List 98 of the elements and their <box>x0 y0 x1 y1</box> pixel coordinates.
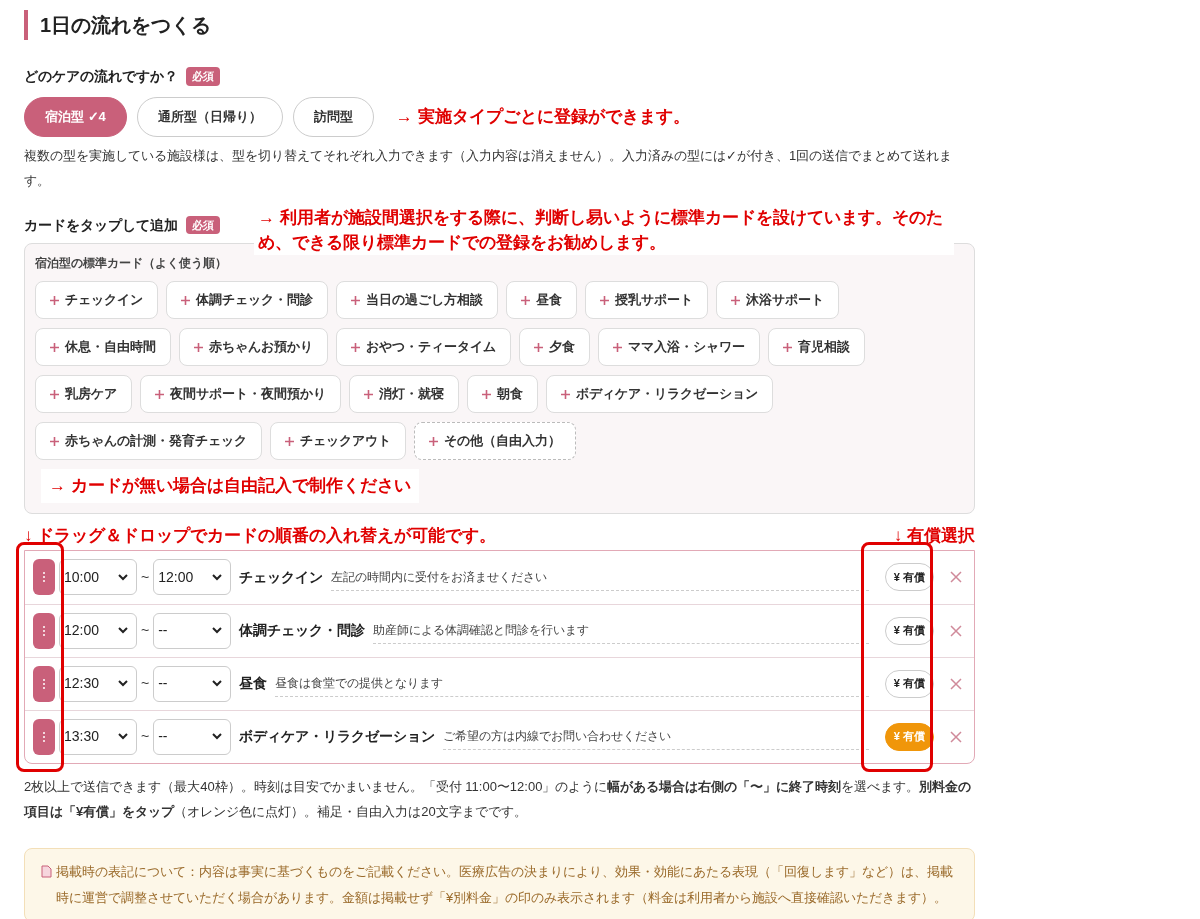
time-select[interactable]: -- <box>153 612 232 649</box>
plus-icon <box>351 342 360 352</box>
add-card-button[interactable]: 夕食 <box>519 328 590 366</box>
care-type-tab[interactable]: 宿泊型 ✓4 <box>24 97 127 137</box>
plus-icon <box>181 295 190 305</box>
time-select[interactable]: 12:00 <box>153 559 232 595</box>
chevron-icon <box>118 733 128 740</box>
notice-text: 掲載時の表記について：内容は事実に基づくものをご記載ください。医療広告の決まりにより、効果・効能にあたる表現（「回復します」など）は、掲載時に運営で調整させていただく場合があります。金額は掲載せず「¥別料金」の印のみ表示されます（料金は利用者から施設へ直接確認いただきます）。 <box>56 862 954 907</box>
add-card-button[interactable]: 朝食 <box>467 375 538 413</box>
add-card-button[interactable]: 授乳サポート <box>585 281 708 319</box>
item-title: 体調チェック・問診 <box>239 621 366 640</box>
note-field[interactable]: 左記の時間内に受付をお済ませください <box>331 563 869 591</box>
add-card-button[interactable]: 沐浴サポート <box>716 281 839 319</box>
drag-handle[interactable] <box>33 718 55 755</box>
section-heading: 1日の流れをつくる <box>40 13 212 38</box>
add-card-button[interactable]: 当日の過ごし方相談 <box>336 281 498 319</box>
time-select[interactable]: 10:00 <box>59 559 137 595</box>
chevron-icon <box>212 627 223 634</box>
add-card-button[interactable]: 乳房ケア <box>35 375 132 413</box>
chevron-icon <box>118 573 128 581</box>
add-card-button[interactable]: ママ入浴・シャワー <box>598 328 760 366</box>
add-card-button[interactable]: その他（自由入力） <box>414 422 576 460</box>
plus-icon <box>521 295 530 305</box>
plus-icon <box>364 389 373 399</box>
item-title: チェックイン <box>239 567 324 587</box>
question-label: どのケアの流れですか？ <box>24 67 178 86</box>
plus-icon <box>613 342 622 352</box>
add-card-button[interactable]: 夜間サポート・夜間預かり <box>140 375 341 413</box>
required-badge: 必須 <box>186 215 220 235</box>
time-select[interactable]: -- <box>153 718 232 755</box>
time-select[interactable]: 13:30 <box>59 718 137 755</box>
required-badge: 必須 <box>186 67 220 86</box>
drag-handle[interactable] <box>33 559 55 595</box>
chevron-icon <box>212 573 223 581</box>
time-select[interactable]: -- <box>153 665 232 702</box>
memo-icon <box>41 864 52 878</box>
question-label: カードをタップして追加 <box>24 215 178 235</box>
annotation-text: ↓ ドラッグ＆ドロップでカードの順番の入れ替えが可能です。 <box>24 524 497 547</box>
chevron-icon <box>212 680 223 687</box>
care-type-tab[interactable]: 通所型（日帰り） <box>136 97 283 137</box>
plus-icon <box>534 342 543 352</box>
drag-handle[interactable] <box>33 612 55 649</box>
care-type-tab[interactable]: 訪問型 <box>292 97 374 137</box>
plus-icon <box>783 342 792 352</box>
add-card-button[interactable]: チェックイン <box>35 281 158 319</box>
annotation-text: → カードが無い場合は自由記入で制作ください <box>41 469 419 503</box>
plus-icon <box>155 389 164 399</box>
item-title: 昼食 <box>239 674 268 693</box>
chevron-icon <box>118 680 128 687</box>
plus-icon <box>561 389 570 399</box>
plus-icon <box>285 436 294 446</box>
range-separator: ~ <box>141 674 150 693</box>
add-card-button[interactable]: 赤ちゃんの計測・発育チェック <box>35 422 262 460</box>
time-select[interactable]: 12:30 <box>59 665 137 702</box>
panel-title: 宿泊型の標準カード（よく使う順） <box>35 255 228 272</box>
add-card-button[interactable]: 休息・自由時間 <box>35 328 171 366</box>
plus-icon <box>50 295 59 305</box>
plus-icon <box>50 342 59 352</box>
plus-icon <box>50 436 59 446</box>
add-card-button[interactable]: 赤ちゃんお預かり <box>179 328 328 366</box>
plus-icon <box>50 389 59 399</box>
plus-icon <box>482 389 491 399</box>
add-card-button[interactable]: ボディケア・リラクゼーション <box>546 375 773 413</box>
note-field[interactable]: ご希望の方は内線でお問い合わせください <box>443 723 869 750</box>
grip-icon <box>42 677 46 690</box>
annotation-text: ↓ 有償選択 <box>893 524 975 547</box>
plus-icon <box>731 295 740 305</box>
plus-icon <box>600 295 609 305</box>
close-icon[interactable] <box>950 730 962 743</box>
close-icon[interactable] <box>950 571 962 583</box>
grip-icon <box>42 624 46 637</box>
chevron-icon <box>212 733 223 740</box>
grip-icon <box>42 571 46 583</box>
note-field[interactable]: 昼食は食堂での提供となります <box>275 670 869 697</box>
schedule-help: 2枚以上で送信できます（最大40枠）。時刻は目安でかまいません。「受付 11:00〜12:00」のように幅がある場合は右側の「〜」に終了時刻を選べます。別料金の項目は「¥有償」をタップ（オレンジ色に点灯）。補足・自由入力は20文字までです。 <box>24 777 973 821</box>
plus-icon <box>194 342 203 352</box>
chevron-icon <box>118 627 128 634</box>
add-card-button[interactable]: 消灯・就寝 <box>349 375 459 413</box>
grip-icon <box>42 730 46 743</box>
add-card-button[interactable]: 昼食 <box>506 281 577 319</box>
add-card-button[interactable]: 体調チェック・問診 <box>166 281 328 319</box>
range-separator: ~ <box>141 727 150 746</box>
add-card-button[interactable]: おやつ・ティータイム <box>336 328 511 366</box>
add-card-button[interactable]: 育児相談 <box>768 328 865 366</box>
plus-icon <box>429 436 438 446</box>
annotation-text: → 実施タイプごとに登録ができます。 <box>395 106 690 129</box>
type-description: 複数の型を実施している施設様は、型を切り替えてそれぞれ入力できます（入力内容は消えません）。入力済みの型には✓が付き、1回の送信でまとめて送れます。 <box>24 147 954 190</box>
drag-handle[interactable] <box>33 665 55 702</box>
add-card-button[interactable]: チェックアウト <box>270 422 406 460</box>
annotation-text: → 利用者が施設間選択をする際に、判断し易いように標準カードを設けています。そのため、できる限り標準カードでの登録をお勧めします。 <box>254 205 954 255</box>
range-separator: ~ <box>141 621 150 640</box>
close-icon[interactable] <box>950 624 962 637</box>
item-title: ボディケア・リラクゼーション <box>239 727 436 746</box>
note-field[interactable]: 助産師による体調確認と問診を行います <box>373 617 869 644</box>
close-icon[interactable] <box>950 677 962 690</box>
plus-icon <box>351 295 360 305</box>
range-separator: ~ <box>141 567 150 587</box>
time-select[interactable]: 12:00 <box>59 612 137 649</box>
